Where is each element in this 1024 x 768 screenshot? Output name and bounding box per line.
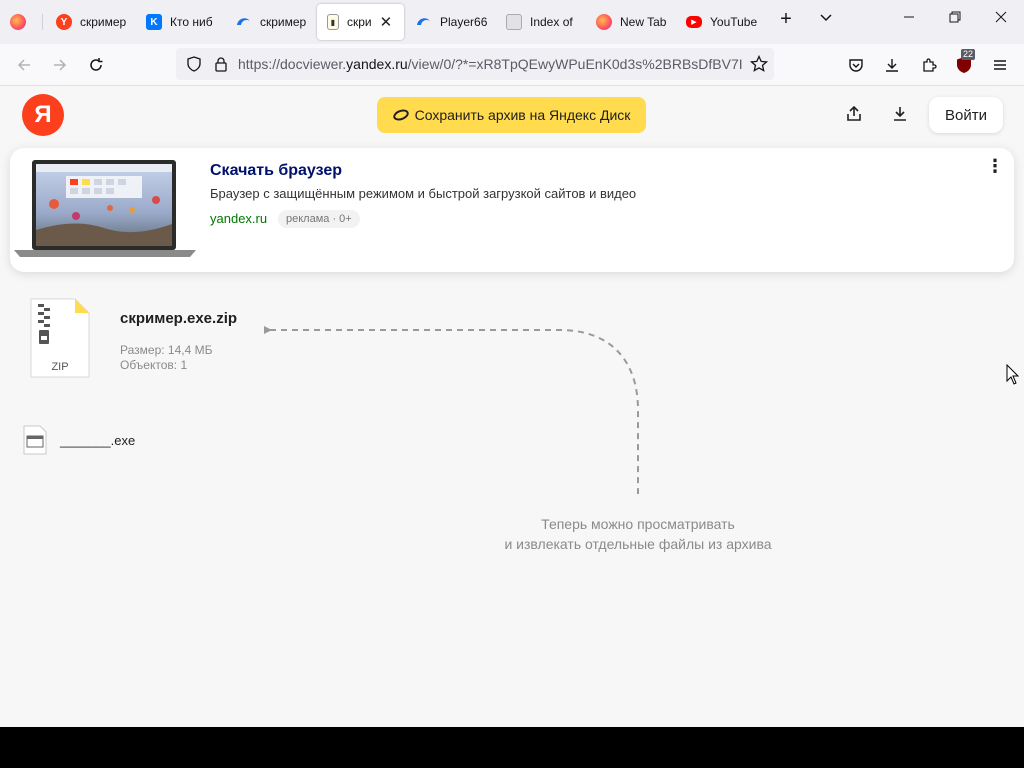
minimize-button[interactable] [897,10,921,28]
ad-description: Браузер с защищённым режимом и быстрой з… [210,186,637,201]
new-tab-button[interactable]: + [774,8,798,31]
url-rest: /view/0/?*=xR8TpQEwyWPuEnK0d3s%2BRBsDfBV… [407,56,743,72]
login-button[interactable]: Войти [929,97,1003,133]
pocket-icon[interactable] [845,54,867,76]
tab-strip: Y скример K Кто ниб скример ▮ скри ✕ Pla… [0,0,1024,44]
url-bar[interactable]: https://docviewer.yandex.ru/view/0/?*=xR… [176,48,774,80]
hint-text: Теперь можно просматривать и извлекать о… [470,514,806,554]
youtube-icon: ▶ [686,16,702,28]
zip-icon-label: ZIP [51,361,68,373]
archive-name: скример.exe.zip [120,310,238,327]
firefox-icon [10,14,26,30]
edge-icon [236,14,252,30]
download-icon[interactable] [891,105,911,125]
downloads-icon[interactable] [881,54,903,76]
ad-domain-link[interactable]: yandex.ru [210,211,267,226]
tab-4[interactable]: Player66 [416,4,488,40]
hamburger-menu-icon[interactable] [989,54,1011,76]
tab-3-active[interactable]: ▮ скри ✕ [317,4,404,40]
tab-label: скример [260,15,307,29]
save-to-disk-button[interactable]: Сохранить архив на Яндекс Диск [377,97,646,133]
tab-6[interactable]: New Tab [596,4,668,40]
ad-card[interactable]: Скачать браузер Браузер с защищённым реж… [10,148,1014,272]
hint-line-2: и извлекать отдельные файлы из архива [504,536,772,552]
laptop-image [14,160,196,257]
zip-file-icon: ▮ [327,14,339,30]
yandex-icon: Y [56,14,72,30]
yandex-logo[interactable]: Я [22,94,64,136]
tab-label: скример [80,15,127,29]
tab-1[interactable]: K Кто ниб [146,4,218,40]
archive-size: Размер: 14,4 МБ [120,343,213,357]
close-tab-icon[interactable]: ✕ [380,13,393,31]
exe-file-icon[interactable] [23,425,47,455]
page-icon [506,14,522,30]
vk-icon: K [146,14,162,30]
back-button[interactable] [13,54,35,76]
extensions-puzzle-icon[interactable] [918,54,940,76]
tab-2[interactable]: скример [236,4,308,40]
reload-button[interactable] [85,54,107,76]
tab-label: YouTube [710,15,758,29]
ad-label-badge: реклама · 0+ [278,210,360,228]
zip-archive-icon: ZIP [30,298,90,378]
yandex-disk-icon [391,107,410,123]
url-domain: yandex.ru [346,56,408,72]
save-button-label: Сохранить архив на Яндекс Диск [414,107,631,123]
url-text[interactable]: https://docviewer.yandex.ru/view/0/?*=xR… [238,56,743,72]
tab-label: Index of [530,15,573,29]
tab-7[interactable]: ▶ YouTube [686,4,758,40]
mouse-cursor-icon [1006,364,1020,385]
restore-button[interactable] [943,10,967,28]
tab-label: New Tab [620,15,667,29]
tab-label: Кто ниб [170,15,213,29]
tab-label: Player66 [440,15,488,29]
share-icon[interactable] [845,105,865,125]
hint-arrow [264,326,639,494]
shield-icon[interactable] [186,56,202,77]
more-vertical-icon[interactable]: ⋮ [986,156,1004,176]
firefox-menu-button[interactable] [10,4,32,40]
archive-object-count: Объектов: 1 [120,358,188,372]
tab-label: скри [347,15,372,29]
file-list-item[interactable]: _______.exe [60,433,135,448]
forward-button[interactable] [49,54,71,76]
tab-list-chevron-icon[interactable] [814,10,838,29]
hint-line-1: Теперь можно просматривать [541,516,735,532]
docviewer-page: Я Сохранить архив на Яндекс Диск Войти С… [0,86,1024,727]
tab-5[interactable]: Index of [506,4,578,40]
ublock-extension-icon[interactable]: 22 [953,49,976,76]
tab-separator [42,14,43,30]
url-prefix: https://docviewer. [238,56,347,72]
ad-title[interactable]: Скачать браузер [210,162,342,180]
tab-0[interactable]: Y скример [56,4,128,40]
bookmark-star-icon[interactable] [749,54,769,78]
firefox-icon [596,14,612,30]
navigation-bar: https://docviewer.yandex.ru/view/0/?*=xR… [0,44,1024,86]
edge-icon [416,14,432,30]
lock-icon[interactable] [214,56,228,77]
close-window-button[interactable] [989,10,1013,28]
extension-badge: 22 [961,49,976,60]
